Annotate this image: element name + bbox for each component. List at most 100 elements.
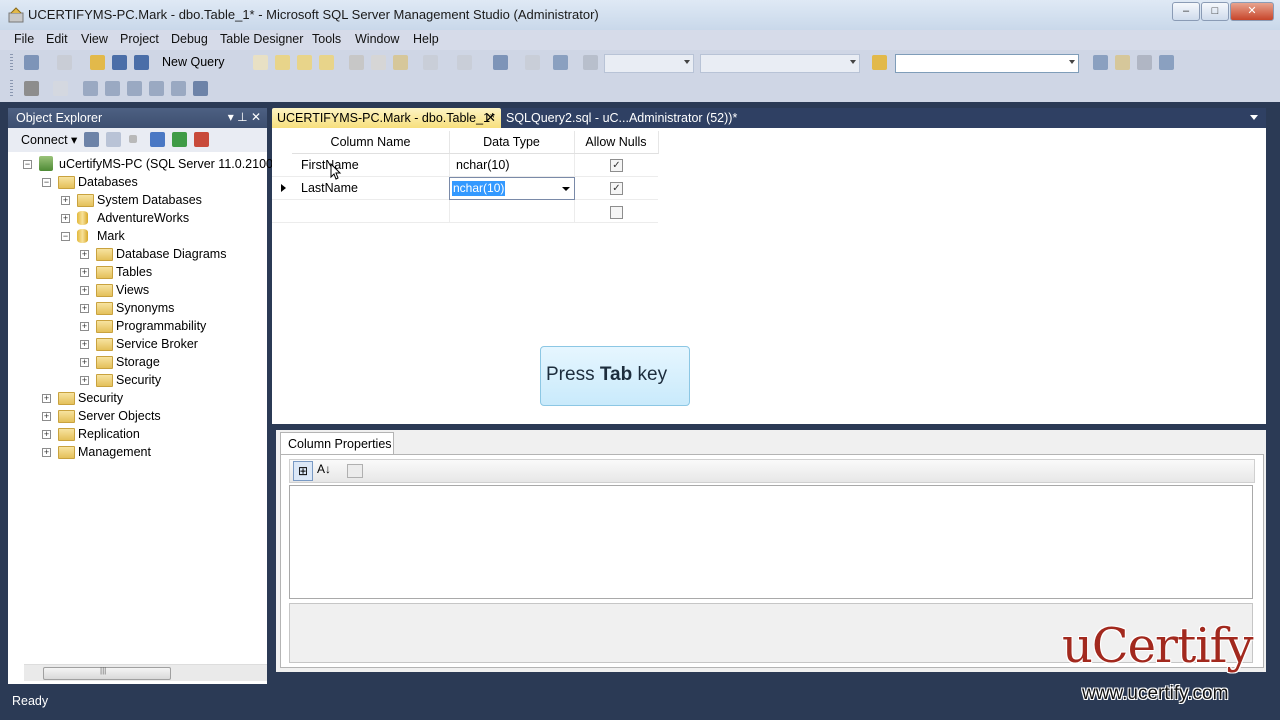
tree-node-management[interactable]: + Management	[42, 444, 242, 462]
add-item-icon[interactable]	[57, 55, 72, 70]
generate-script-icon[interactable]	[24, 81, 39, 96]
tree-node-security[interactable]: + Security	[42, 390, 242, 408]
menu-debug[interactable]: Debug	[171, 32, 208, 46]
menu-view[interactable]: View	[81, 32, 108, 46]
maximize-button[interactable]: □	[1201, 2, 1229, 21]
redo-icon[interactable]	[457, 55, 472, 70]
collapse-icon[interactable]: −	[42, 178, 51, 187]
tree-node-databases[interactable]: − Databases	[42, 174, 242, 192]
categorized-icon[interactable]: ⊞	[293, 461, 313, 481]
solution-explorer-icon[interactable]	[1093, 55, 1108, 70]
toolbar-grip[interactable]	[10, 54, 13, 72]
tree-node-service-broker[interactable]: + Service Broker	[80, 336, 260, 354]
expand-icon[interactable]: +	[80, 322, 89, 331]
data-type-dropdown[interactable]: nchar(10)	[449, 177, 575, 200]
property-pages-icon[interactable]	[347, 464, 363, 478]
minimize-button[interactable]: –	[1172, 2, 1200, 21]
expand-icon[interactable]: +	[80, 286, 89, 295]
set-primary-key-icon[interactable]	[53, 81, 68, 96]
stop-icon[interactable]	[129, 135, 137, 143]
find-combo[interactable]	[895, 54, 1079, 73]
solution-config-combo[interactable]	[700, 54, 860, 73]
find-icon[interactable]	[525, 55, 540, 70]
expand-icon[interactable]: +	[42, 394, 51, 403]
activity-icon[interactable]	[194, 132, 209, 147]
tab-table-designer[interactable]: UCERTIFYMS-PC.Mark - dbo.Table_1* ✕	[272, 108, 501, 128]
collapse-icon[interactable]: −	[23, 160, 32, 169]
tree-node-views[interactable]: + Views	[80, 282, 260, 300]
expand-icon[interactable]: +	[80, 358, 89, 367]
menu-help[interactable]: Help	[413, 32, 439, 46]
menu-project[interactable]: Project	[120, 32, 159, 46]
tree-node-programmability[interactable]: + Programmability	[80, 318, 260, 336]
properties-grid[interactable]	[289, 485, 1253, 599]
connect-icon[interactable]	[84, 132, 99, 147]
tree-node-replication[interactable]: + Replication	[42, 426, 242, 444]
allow-nulls-checkbox[interactable]: ✓	[610, 159, 623, 172]
navigate-icon[interactable]	[493, 55, 508, 70]
panel-pin-controls[interactable]: ▾ ⊥ ✕	[228, 110, 261, 124]
spatial-index-icon[interactable]	[193, 81, 208, 96]
analysis-query-icon[interactable]	[275, 55, 290, 70]
tree-node-server-objects[interactable]: + Server Objects	[42, 408, 242, 426]
fulltext-index-icon[interactable]	[127, 81, 142, 96]
relationships-icon[interactable]	[83, 81, 98, 96]
horizontal-scrollbar[interactable]: |||	[24, 664, 267, 681]
allow-nulls-checkbox[interactable]: ✓	[610, 182, 623, 195]
column-name-cell[interactable]: FirstName	[301, 154, 450, 176]
xml-index-icon[interactable]	[149, 81, 164, 96]
allow-nulls-checkbox[interactable]	[610, 206, 623, 219]
object-explorer-icon[interactable]	[1159, 55, 1174, 70]
collapse-icon[interactable]: −	[61, 232, 70, 241]
cut-icon[interactable]	[349, 55, 364, 70]
toolbox-icon[interactable]	[1137, 55, 1152, 70]
disconnect-icon[interactable]	[106, 132, 121, 147]
alphabetical-icon[interactable]: A↓	[317, 462, 331, 476]
column-header-name[interactable]: Column Name	[292, 131, 450, 154]
menu-tools[interactable]: Tools	[312, 32, 341, 46]
expand-icon[interactable]: +	[80, 250, 89, 259]
open-file-icon[interactable]	[90, 55, 105, 70]
expand-icon[interactable]: +	[80, 268, 89, 277]
new-project-icon[interactable]	[24, 55, 39, 70]
tree-node-storage[interactable]: + Storage	[80, 354, 260, 372]
check-constraints-icon[interactable]	[171, 81, 186, 96]
database-combo[interactable]	[604, 54, 694, 73]
paste-icon[interactable]	[393, 55, 408, 70]
dropdown-arrow-icon[interactable]	[562, 187, 570, 191]
expand-icon[interactable]: +	[42, 412, 51, 421]
expand-icon[interactable]: +	[80, 340, 89, 349]
data-type-cell[interactable]: nchar(10)	[456, 154, 575, 176]
xmla-query-icon[interactable]	[319, 55, 334, 70]
column-header-data-type[interactable]: Data Type	[449, 131, 575, 154]
expand-icon[interactable]: +	[42, 430, 51, 439]
connect-button[interactable]: Connect ▾	[21, 132, 77, 147]
menu-file[interactable]: File	[14, 32, 34, 46]
tree-node-database-diagrams[interactable]: + Database Diagrams	[80, 246, 260, 264]
properties-icon[interactable]	[1115, 55, 1130, 70]
tree-node-security-db[interactable]: + Security	[80, 372, 260, 390]
save-all-icon[interactable]	[134, 55, 149, 70]
tree-node-tables[interactable]: + Tables	[80, 264, 260, 282]
expand-icon[interactable]: +	[42, 448, 51, 457]
execute-icon[interactable]	[583, 55, 598, 70]
tree-node-mark[interactable]: − Mark	[61, 228, 261, 246]
tree-node-server[interactable]: − uCertifyMS-PC (SQL Server 11.0.2100 - …	[23, 156, 291, 174]
menu-table-designer[interactable]: Table Designer	[220, 32, 303, 46]
open-folder-icon[interactable]	[872, 55, 887, 70]
scrollbar-thumb[interactable]: |||	[43, 666, 171, 680]
expand-icon[interactable]: +	[61, 214, 70, 223]
data-type-cell[interactable]	[456, 200, 575, 222]
toolbar-grip[interactable]	[10, 80, 13, 98]
column-header-allow-nulls[interactable]: Allow Nulls	[574, 131, 659, 154]
table-row[interactable]	[272, 200, 658, 223]
tree-node-adventureworks[interactable]: + AdventureWorks	[61, 210, 261, 228]
manage-indexes-icon[interactable]	[105, 81, 120, 96]
close-button[interactable]: ✕	[1230, 2, 1274, 21]
mdx-query-icon[interactable]	[297, 55, 312, 70]
expand-icon[interactable]: +	[80, 376, 89, 385]
tab-list-dropdown-icon[interactable]	[1250, 115, 1258, 120]
activity-monitor-icon[interactable]	[553, 55, 568, 70]
menu-window[interactable]: Window	[355, 32, 399, 46]
undo-icon[interactable]	[423, 55, 438, 70]
